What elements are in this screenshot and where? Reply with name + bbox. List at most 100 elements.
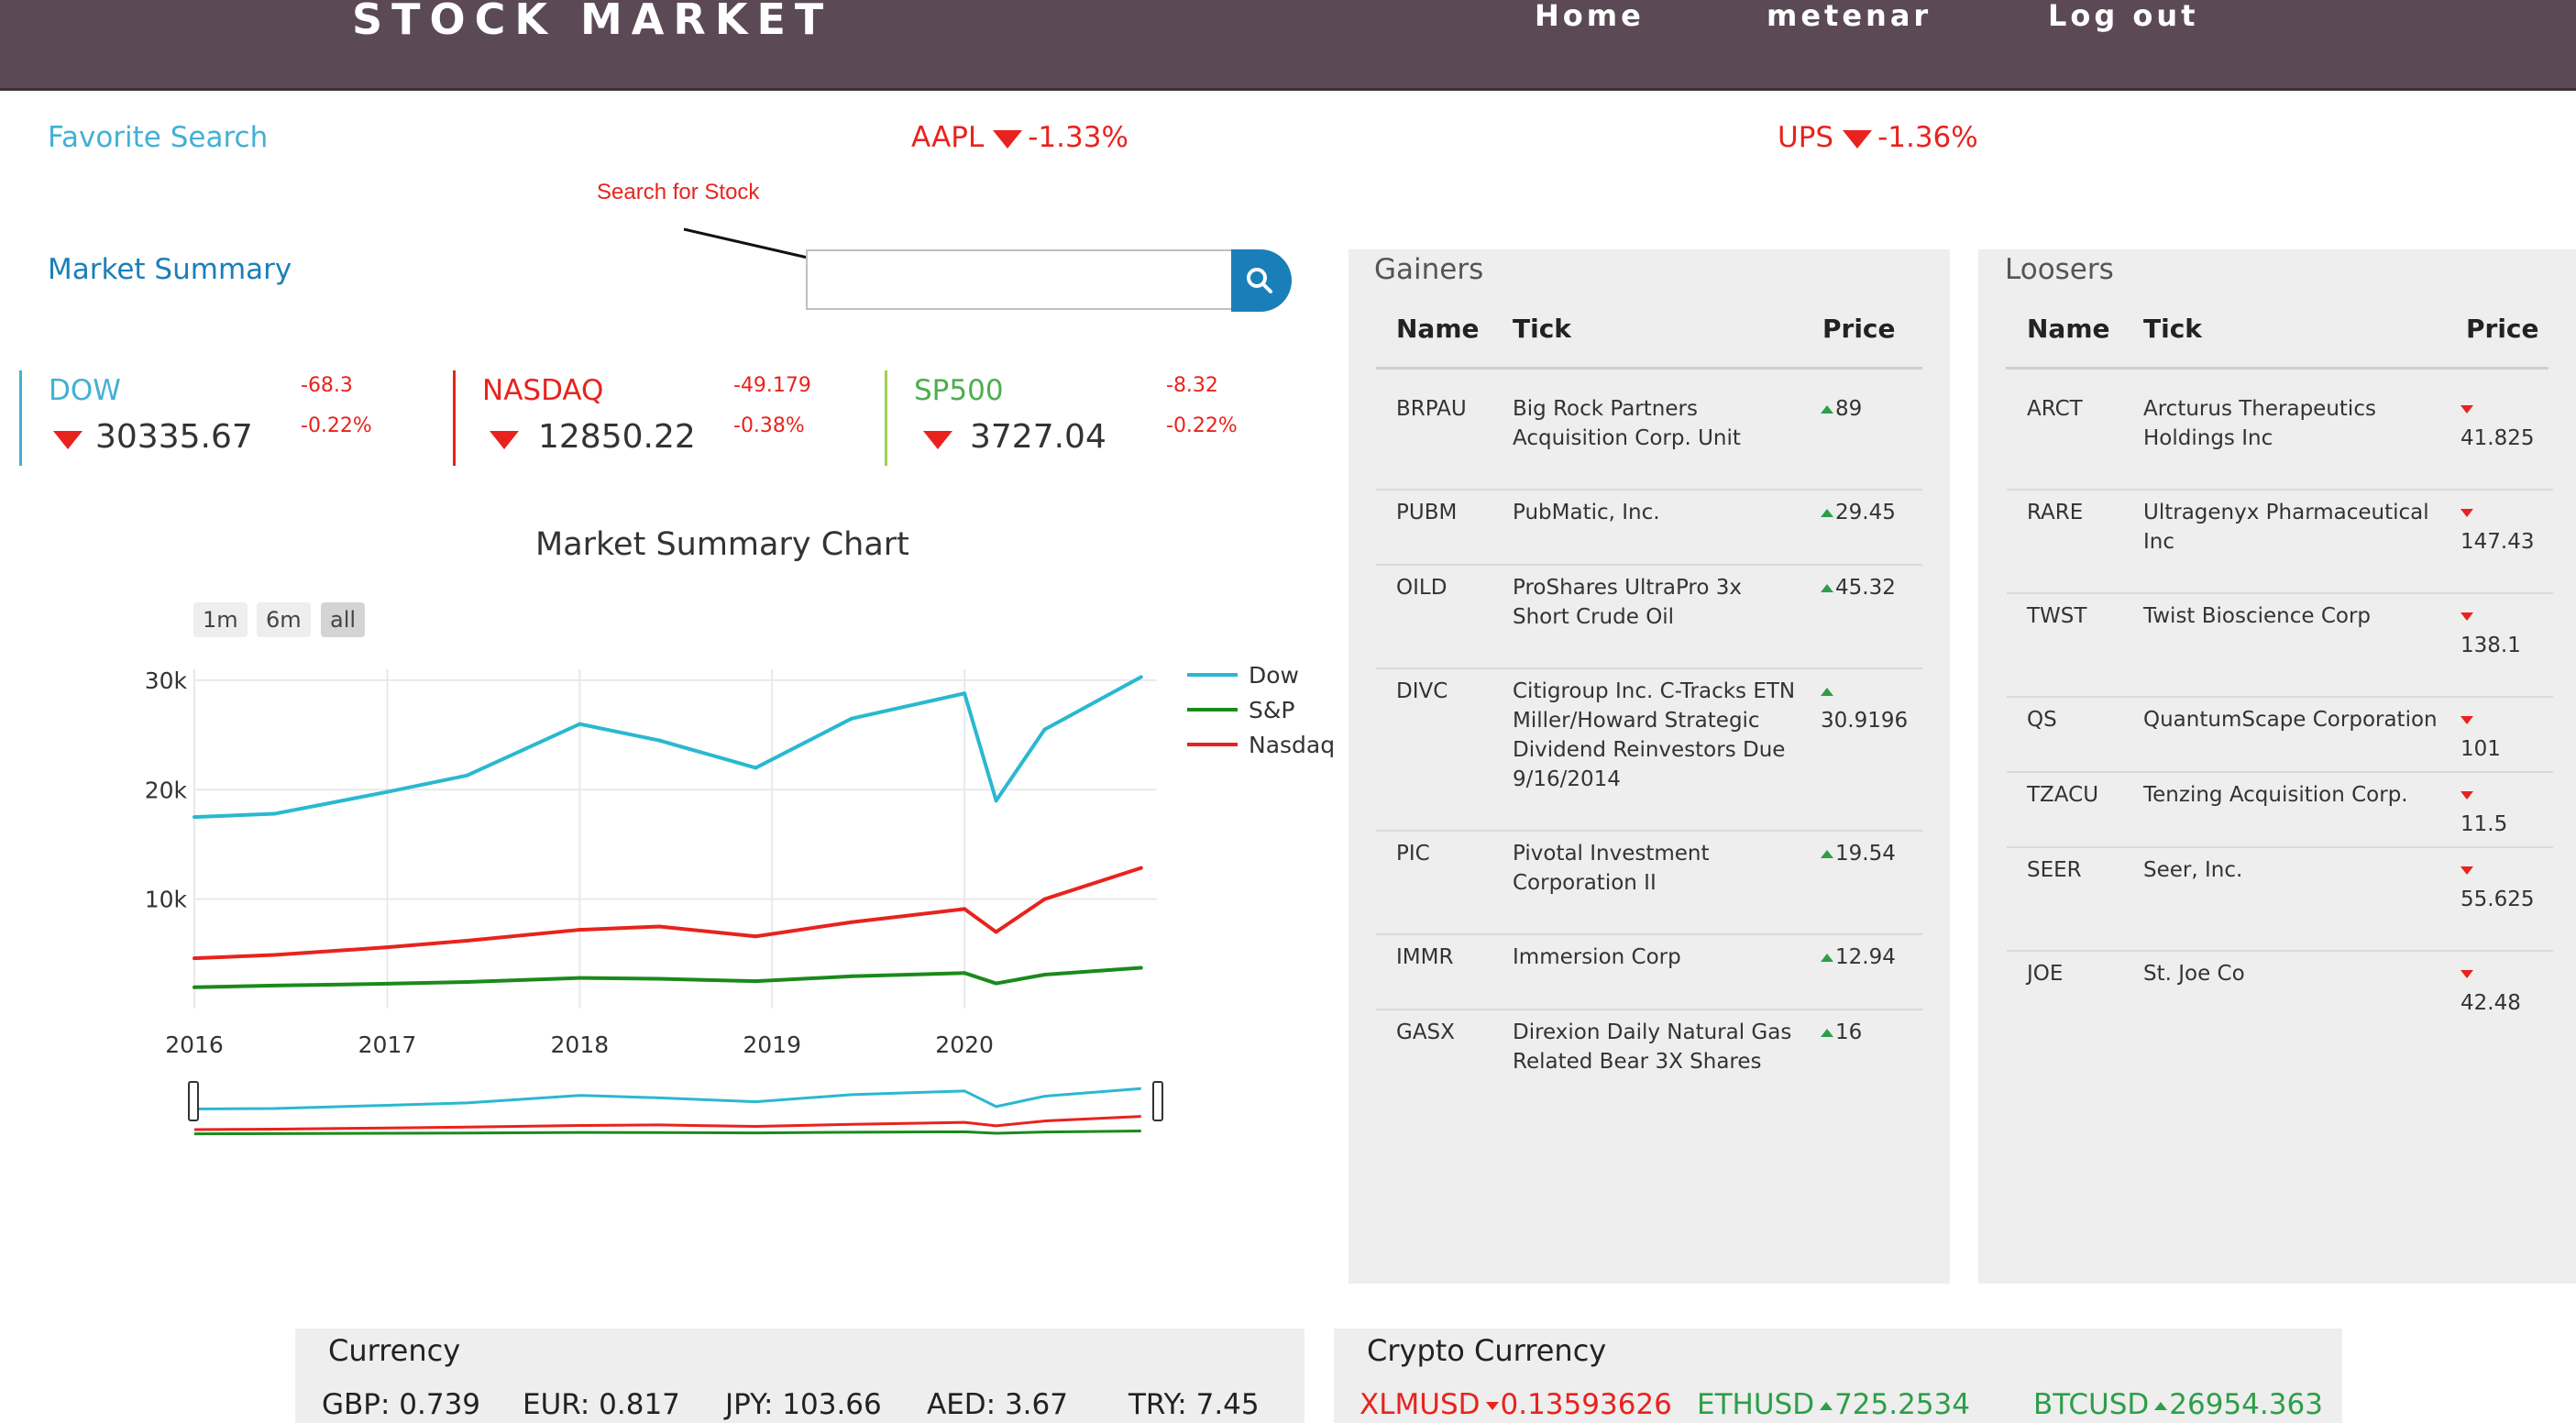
data-point (963, 907, 967, 911)
data-point (1139, 866, 1143, 870)
index-value-dow: 30335.67 (95, 418, 253, 456)
row-price-value: 55.625 (2460, 888, 2535, 911)
range-slider-line (193, 1115, 1141, 1131)
data-point (994, 799, 998, 803)
row-price-value: 89 (1835, 397, 1863, 421)
row-company-name: Short Crude Oil (1513, 605, 1675, 629)
loosers-header-price: Price (2466, 314, 2539, 344)
search-annotation-label: Search for Stock (597, 180, 760, 204)
down-arrow-icon (993, 129, 1023, 149)
row-company-name: Inc (2143, 530, 2175, 554)
down-arrow-icon (2460, 716, 2473, 724)
row-symbol: OILD (1396, 576, 1448, 600)
table-row-divider (1376, 830, 1922, 832)
data-point (963, 691, 967, 696)
table-row-divider (1376, 667, 1922, 669)
data-point (657, 924, 662, 929)
nav-home-link[interactable]: Home (1535, 0, 1645, 33)
up-arrow-icon (1820, 1402, 1833, 1410)
data-point (657, 976, 662, 981)
row-price: 29.45 (1821, 498, 1896, 527)
crypto-value: 725.2534 (1834, 1388, 1970, 1421)
table-row-divider (1376, 1009, 1922, 1010)
data-point (754, 979, 758, 984)
market-summary-chart[interactable]: 10k 20k 30k 2016 2017 2018 2019 2020 Dow S&P Nasda… (138, 642, 1348, 1155)
y-tick-label: 30k (145, 667, 188, 694)
row-price: 55.625 (2460, 855, 2534, 914)
row-price-value: 19.54 (1835, 842, 1896, 866)
row-company-name: QuantumScape Corporation (2143, 708, 2438, 732)
gainers-header-name: Name (1396, 314, 1480, 344)
data-point (850, 974, 854, 978)
down-arrow-icon (1485, 1402, 1499, 1410)
search-icon (1247, 268, 1272, 293)
index-percent-dow: -0.22% (301, 414, 372, 437)
stock-search-input[interactable] (806, 249, 1233, 310)
favorite-symbol: AAPL (911, 121, 985, 154)
data-point (754, 766, 758, 770)
row-company-name: St. Joe Co (2143, 962, 2245, 986)
up-arrow-icon (1821, 1029, 1833, 1037)
row-price: 101 (2460, 705, 2501, 764)
row-company-name: Direxion Daily Natural Gas (1513, 1020, 1792, 1044)
data-point (193, 956, 196, 961)
row-price-value: 41.825 (2460, 426, 2535, 450)
row-symbol: TZACU (2027, 783, 2099, 807)
data-point (963, 971, 967, 976)
data-point (272, 811, 277, 816)
x-tick-label: 2020 (935, 1031, 994, 1058)
table-row-divider (2007, 385, 2553, 387)
down-arrow-icon (2460, 970, 2473, 978)
data-point (1139, 675, 1143, 679)
row-symbol: SEER (2027, 858, 2082, 882)
row-company-name: Miller/Howard Strategic (1513, 709, 1760, 733)
brand-logo-text[interactable]: STOCK MARKET (352, 0, 832, 44)
down-arrow-icon (490, 431, 519, 449)
data-point (754, 934, 758, 939)
search-button[interactable] (1231, 249, 1292, 312)
range-button-1m[interactable]: 1m (193, 602, 248, 637)
table-row-divider (1376, 933, 1922, 935)
gainers-header-divider (1376, 367, 1922, 370)
row-symbol: ARCT (2027, 397, 2083, 421)
sp500-accent-bar (885, 370, 887, 466)
row-symbol: QS (2027, 708, 2057, 732)
row-company-name: Acquisition Corp. Unit (1513, 426, 1741, 450)
favorite-item-ups[interactable]: UPS -1.36% (1778, 121, 1978, 154)
gainers-title: Gainers (1374, 253, 1484, 286)
range-slider-left-handle (188, 1081, 199, 1121)
data-point (385, 981, 390, 986)
row-symbol: BRPAU (1396, 397, 1467, 421)
row-price-value: 42.48 (2460, 991, 2521, 1015)
currency-eur: EUR: 0.817 (523, 1388, 680, 1421)
row-price-value: 147.43 (2460, 530, 2535, 554)
row-company-name: Immersion Corp (1513, 945, 1681, 969)
row-symbol: PUBM (1396, 501, 1458, 524)
range-button-6m[interactable]: 6m (257, 602, 311, 637)
crypto-symbol: BTCUSD (2033, 1388, 2150, 1421)
row-price-value: 29.45 (1835, 501, 1896, 524)
index-percent-sp500: -0.22% (1166, 414, 1238, 437)
crypto-value: 26954.363 (2169, 1388, 2323, 1421)
index-value-sp500: 3727.04 (970, 418, 1106, 456)
favorite-item-aapl[interactable]: AAPL -1.33% (911, 121, 1128, 154)
row-company-name: Tenzing Acquisition Corp. (2143, 783, 2408, 807)
row-company-name: Big Rock Partners (1513, 397, 1698, 421)
chart-title: Market Summary Chart (535, 526, 909, 563)
dow-accent-bar (19, 370, 22, 466)
crypto-symbol: XLMUSD (1360, 1388, 1481, 1421)
row-price: 12.94 (1821, 943, 1896, 972)
x-tick-label: 2016 (165, 1031, 224, 1058)
row-price-value: 30.9196 (1821, 709, 1909, 733)
nav-logout-link[interactable]: Log out (2048, 0, 2198, 33)
row-symbol: TWST (2027, 604, 2087, 628)
nav-user-link[interactable]: metenar (1767, 0, 1932, 33)
range-button-all[interactable]: all (321, 602, 366, 637)
data-point (850, 716, 854, 721)
currency-aed: AED: 3.67 (927, 1388, 1068, 1421)
loosers-header-tick: Tick (2143, 314, 2202, 344)
down-arrow-icon (53, 431, 83, 449)
row-company-name: Pivotal Investment (1513, 842, 1710, 866)
series-line-dow (193, 675, 1142, 820)
series-line-sp (193, 965, 1141, 989)
